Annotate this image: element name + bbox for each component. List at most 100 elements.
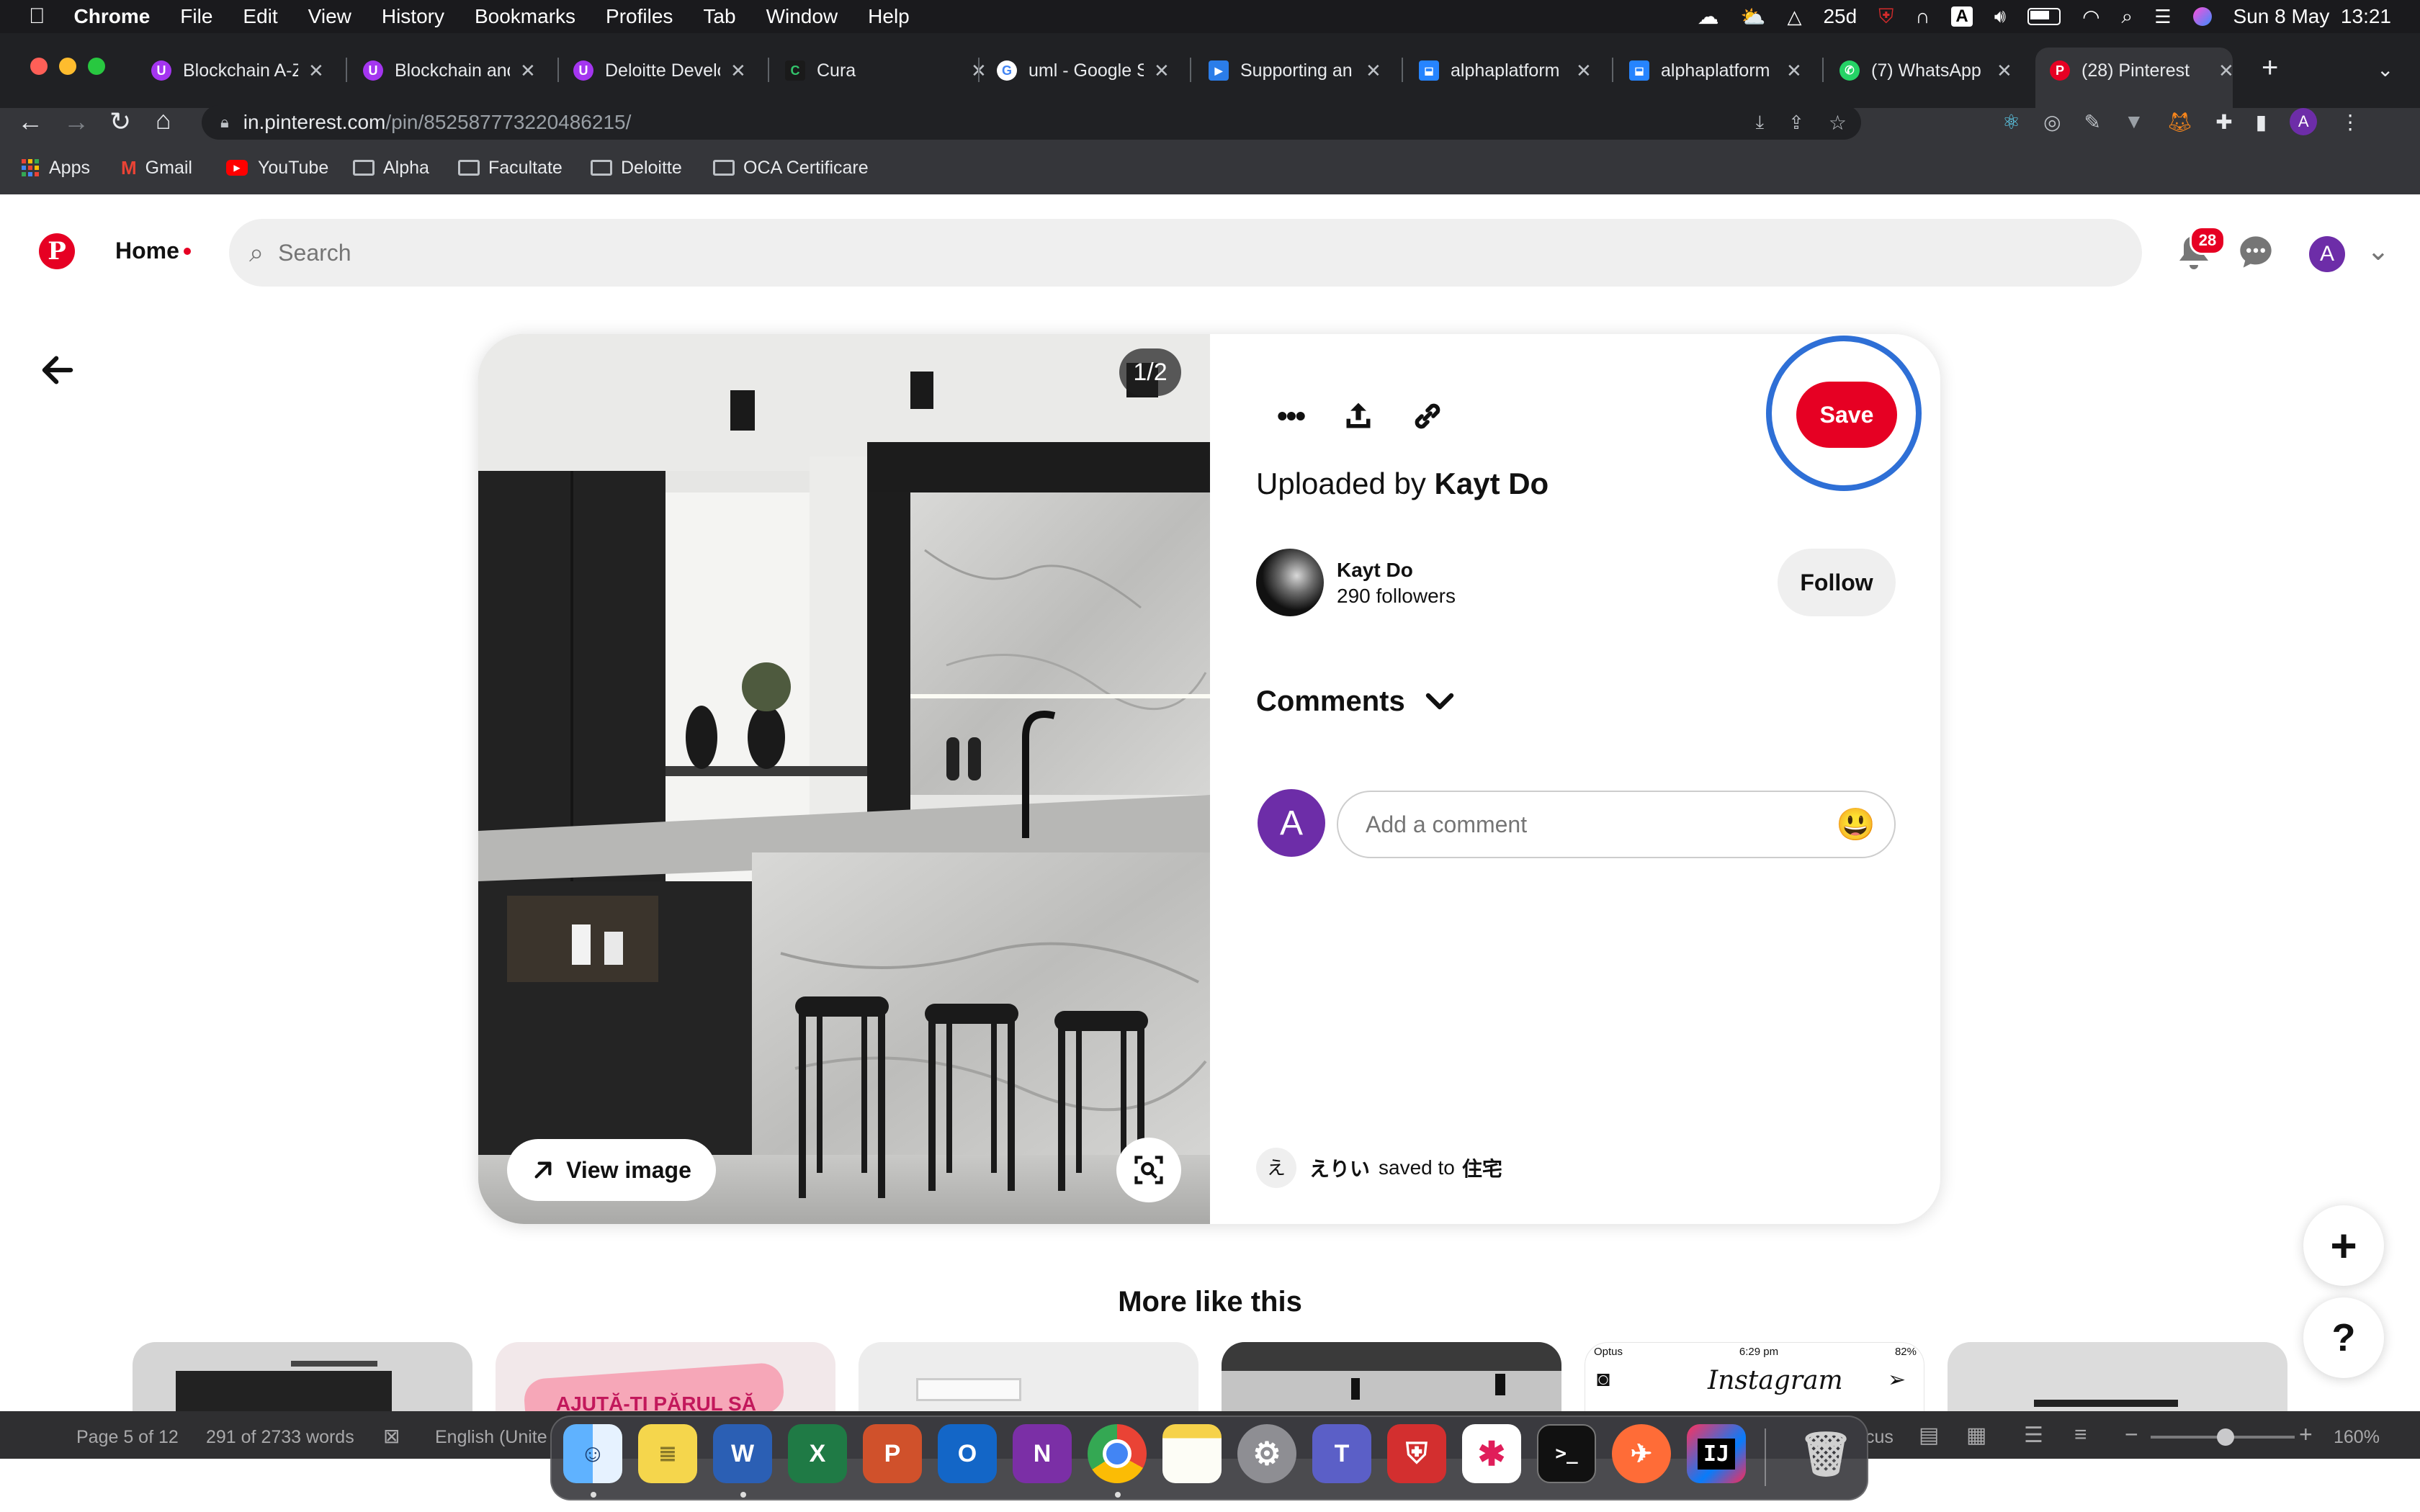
install-app-icon[interactable]: ⤓ xyxy=(1756,111,1765,134)
teams-icon[interactable]: T xyxy=(1312,1424,1371,1483)
more-options-button[interactable]: ••• xyxy=(1263,389,1318,444)
window-close-button[interactable] xyxy=(30,58,48,75)
bookmark-folder-alpha[interactable]: Alpha xyxy=(353,156,429,180)
tab-close-icon[interactable]: ✕ xyxy=(1366,60,1381,82)
tab-whatsapp[interactable]: ✆ (7) WhatsApp ✕ xyxy=(1839,53,2012,88)
tab-uml-google[interactable]: G uml - Google S ✕ xyxy=(997,53,1170,88)
comment-input-box[interactable]: 😃 xyxy=(1337,791,1896,858)
tab-close-icon[interactable]: ✕ xyxy=(1576,60,1592,82)
help-button[interactable]: ? xyxy=(2303,1297,2384,1378)
omnibox[interactable]: 🔒︎ in.pinterest.com /pin/852587773220486… xyxy=(202,105,1861,140)
menu-app-name[interactable]: Chrome xyxy=(74,5,151,28)
home-icon[interactable]: ⌂ xyxy=(156,105,171,135)
tab-search-chevron-icon[interactable]: ⌄ xyxy=(2377,58,2393,81)
related-pin-4[interactable] xyxy=(1222,1342,1561,1414)
mcafee-icon[interactable]: ⛨ xyxy=(1878,5,1894,29)
slack-icon[interactable]: ✱ xyxy=(1462,1424,1521,1483)
comments-toggle[interactable]: Comments xyxy=(1256,685,1454,718)
saved-board-name[interactable]: 住宅 xyxy=(1462,1153,1502,1182)
siri-icon[interactable] xyxy=(2192,7,2212,26)
bookmark-star-icon[interactable]: ☆ xyxy=(1829,111,1847,135)
related-pin-3[interactable] xyxy=(859,1342,1198,1414)
share-button[interactable] xyxy=(1331,389,1386,444)
menu-help[interactable]: Help xyxy=(868,5,910,28)
outlook-icon[interactable]: O xyxy=(938,1424,997,1483)
saver-name[interactable]: えりい xyxy=(1309,1153,1370,1182)
tab-alphaplatform-1[interactable]: ⬓ alphaplatform ✕ xyxy=(1419,53,1592,88)
menu-clock[interactable]: Sun 8 May 13:21 xyxy=(2233,5,2391,28)
emoji-picker-icon[interactable]: 😃 xyxy=(1836,806,1876,843)
tab-cura[interactable]: C Cura ✕ xyxy=(785,53,987,88)
tab-supporting-an[interactable]: ▶ Supporting an ✕ xyxy=(1209,53,1381,88)
creator-name[interactable]: Kayt Do xyxy=(1337,559,1456,582)
input-source-icon[interactable]: A xyxy=(1951,6,1973,27)
react-devtools-icon[interactable]: ⚛ xyxy=(2002,110,2020,134)
zoom-in-icon[interactable]: + xyxy=(2299,1421,2313,1448)
notifications-button[interactable]: 28 xyxy=(2171,226,2226,275)
bookmark-apps[interactable]: Apps xyxy=(22,156,90,180)
window-minimize-button[interactable] xyxy=(59,58,76,75)
side-panel-icon[interactable]: ▮ xyxy=(2256,110,2267,134)
tab-blockchain-and[interactable]: U Blockchain and ✕ xyxy=(363,53,536,88)
menu-window[interactable]: Window xyxy=(766,5,838,28)
tab-close-icon[interactable]: ✕ xyxy=(2218,60,2234,82)
postman-icon[interactable]: ✈ xyxy=(1612,1424,1671,1483)
lock-icon[interactable]: 🔒︎ xyxy=(220,113,229,132)
search-bar[interactable]: ⌕ xyxy=(229,219,2142,287)
trash-icon[interactable]: 🗑︎ xyxy=(1796,1424,1855,1483)
creative-cloud-icon[interactable]: ☁ xyxy=(1698,4,1719,30)
battery-icon[interactable] xyxy=(2027,8,2061,25)
pin-image[interactable] xyxy=(478,334,1210,1224)
chrome-menu-icon[interactable]: ⋮ xyxy=(2340,110,2360,134)
window-zoom-button[interactable] xyxy=(88,58,105,75)
powerpoint-icon[interactable]: P xyxy=(863,1424,922,1483)
wifi-icon[interactable]: ◠ xyxy=(2082,5,2099,29)
forward-arrow-icon[interactable]: → xyxy=(63,107,89,137)
search-input[interactable] xyxy=(277,238,2009,267)
extension-vue-icon[interactable]: ▼ xyxy=(2124,110,2144,133)
vpn-shield-icon[interactable]: ⛨ xyxy=(1387,1424,1446,1483)
spotlight-icon[interactable]: ⌕ xyxy=(2122,5,2133,29)
extension-eyedropper-icon[interactable]: ✎ xyxy=(2084,110,2101,134)
tab-close-icon[interactable]: ✕ xyxy=(520,60,536,82)
tab-close-icon[interactable]: ✕ xyxy=(1996,60,2012,82)
finder-icon[interactable]: ☺ xyxy=(563,1424,622,1483)
related-pin-1[interactable] xyxy=(133,1342,472,1414)
menu-history[interactable]: History xyxy=(382,5,444,28)
stickies-icon[interactable]: ≣ xyxy=(638,1424,697,1483)
tab-close-icon[interactable]: ✕ xyxy=(308,60,324,82)
uploader-name[interactable]: Kayt Do xyxy=(1435,467,1549,500)
word-icon[interactable]: W xyxy=(713,1424,772,1483)
headset-icon[interactable]: ∩ xyxy=(1915,5,1930,28)
extension-target-icon[interactable]: ◎ xyxy=(2043,110,2061,134)
share-page-icon[interactable]: ⇪ xyxy=(1788,112,1804,134)
view-image-button[interactable]: View image xyxy=(507,1139,716,1201)
outline-view-icon[interactable]: ☰ xyxy=(2024,1423,2043,1448)
proofing-icon[interactable]: ⊠ xyxy=(383,1424,400,1448)
messages-button[interactable] xyxy=(2237,233,2277,274)
zoom-percent[interactable]: 160% xyxy=(2334,1427,2380,1448)
related-pin-2[interactable]: AJUTĂ-ȚI PĂRUL SĂ xyxy=(496,1342,835,1414)
word-language[interactable]: English (Unite xyxy=(435,1427,547,1448)
tab-blockchain-a-z[interactable]: U Blockchain A-Z ✕ xyxy=(151,53,324,88)
follow-button[interactable]: Follow xyxy=(1778,549,1896,616)
saver-avatar[interactable]: え xyxy=(1256,1148,1296,1188)
visual-search-button[interactable] xyxy=(1116,1138,1181,1202)
related-pin-6[interactable] xyxy=(1948,1342,2287,1414)
tab-close-icon[interactable]: ✕ xyxy=(1786,60,1802,82)
bookmark-folder-oca[interactable]: OCA Certificare xyxy=(713,156,869,180)
web-layout-icon[interactable]: ▦ xyxy=(1966,1423,1986,1448)
create-pin-button[interactable]: + xyxy=(2303,1205,2384,1286)
status-25d[interactable]: 25d xyxy=(1823,5,1857,28)
back-arrow-icon[interactable] xyxy=(42,356,73,384)
chrome-icon[interactable] xyxy=(1088,1424,1147,1483)
save-button[interactable]: Save xyxy=(1796,382,1897,448)
related-pin-5[interactable]: Optus 6:29 pm 82% ◙ Instagram ➢ xyxy=(1585,1342,1924,1414)
account-chevron-down-icon[interactable]: ⌄ xyxy=(2367,235,2390,267)
pinterest-logo-icon[interactable]: P xyxy=(39,233,75,269)
vpn-status-icon[interactable]: △ xyxy=(1787,6,1801,28)
zoom-out-icon[interactable]: − xyxy=(2125,1421,2138,1448)
bookmark-folder-facultate[interactable]: Facultate xyxy=(458,156,563,180)
menu-bookmarks[interactable]: Bookmarks xyxy=(475,5,575,28)
zoom-slider-thumb[interactable] xyxy=(2217,1428,2234,1446)
